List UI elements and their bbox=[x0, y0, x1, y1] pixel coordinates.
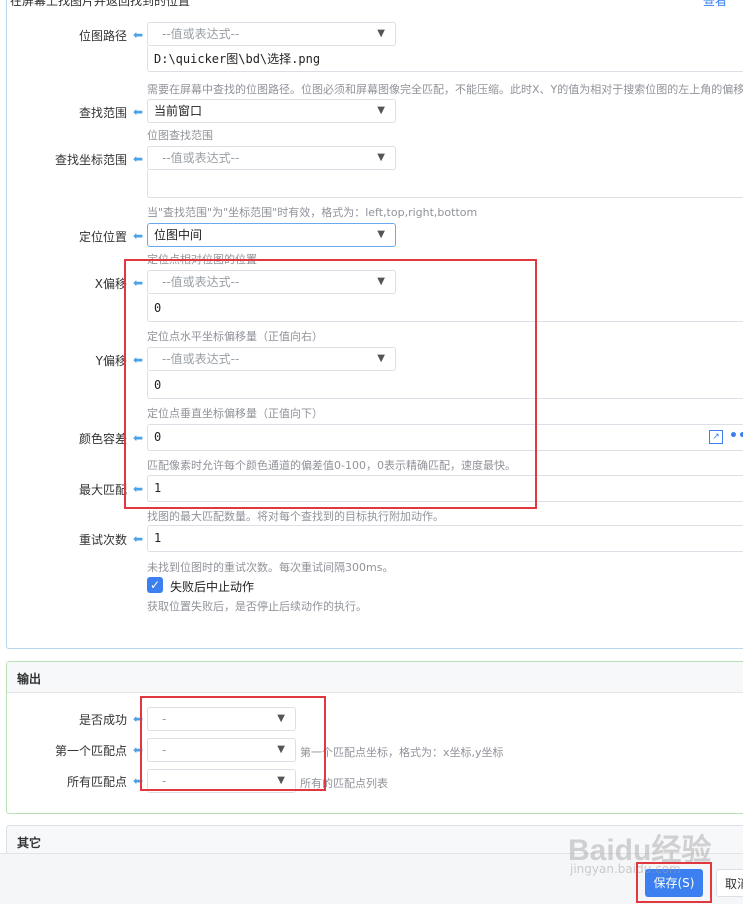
more-icon[interactable]: ••• bbox=[729, 428, 743, 444]
search-coord-range-mode-select[interactable]: --值或表达式-- ▼ bbox=[147, 146, 396, 170]
chevron-down-icon: ▼ bbox=[377, 229, 385, 240]
color-tolerance-input[interactable]: 0 bbox=[147, 424, 743, 451]
max-matches-label: 最大匹配 bbox=[78, 483, 127, 497]
bitmap-path-label: 位图路径 bbox=[78, 29, 127, 43]
arrow-icon: ⬅ bbox=[133, 276, 144, 290]
abort-on-fail-checkbox[interactable]: ✓ bbox=[147, 577, 163, 593]
search-coord-range-input[interactable] bbox=[147, 170, 743, 198]
arrow-icon: ⬅ bbox=[133, 712, 144, 726]
bitmap-path-mode-select[interactable]: --值或表达式-- ▼ bbox=[147, 22, 396, 46]
chevron-down-icon: ▼ bbox=[277, 713, 285, 724]
expand-icon[interactable]: ↗ bbox=[709, 430, 723, 444]
abort-on-fail-hint: 获取位置失败后，是否停止后续动作的执行。 bbox=[147, 600, 367, 613]
max-matches-hint: 找图的最大匹配数量。将对每个查找到的目标执行附加动作。 bbox=[147, 510, 444, 523]
y-offset-mode-select[interactable]: --值或表达式-- ▼ bbox=[147, 347, 396, 371]
first-match-label: 第一个匹配点 bbox=[54, 744, 127, 758]
output-section-header-bg bbox=[7, 662, 743, 693]
max-matches-input[interactable]: 1 bbox=[147, 475, 743, 502]
retry-count-input[interactable]: 1 bbox=[147, 525, 743, 552]
retry-count-label: 重试次数 bbox=[78, 533, 127, 547]
y-offset-input[interactable]: 0 bbox=[147, 371, 743, 399]
other-section-title: 其它 bbox=[17, 836, 42, 850]
x-offset-mode-select[interactable]: --值或表达式-- ▼ bbox=[147, 270, 396, 294]
locate-position-select[interactable]: 位图中间 ▼ bbox=[147, 223, 396, 247]
arrow-icon: ⬅ bbox=[133, 774, 144, 788]
locate-position-hint: 定位点相对位图的位置 bbox=[147, 253, 257, 266]
y-offset-label: Y偏移 bbox=[95, 354, 127, 368]
arrow-icon: ⬅ bbox=[133, 152, 144, 166]
arrow-icon: ⬅ bbox=[133, 105, 144, 119]
is-success-select[interactable]: - ▼ bbox=[147, 707, 296, 731]
color-tolerance-hint: 匹配像素时允许每个颜色通道的偏差值0-100，0表示精确匹配，速度最快。 bbox=[147, 459, 516, 472]
all-matches-label: 所有匹配点 bbox=[66, 775, 127, 789]
retry-count-hint: 未找到位图时的重试次数。每次重试间隔300ms。 bbox=[147, 561, 394, 574]
locate-position-label: 定位位置 bbox=[78, 230, 127, 244]
x-offset-hint: 定位点水平坐标偏移量（正值向右） bbox=[147, 330, 323, 343]
first-match-hint: 第一个匹配点坐标，格式为：x坐标,y坐标 bbox=[300, 746, 504, 759]
output-section-title: 输出 bbox=[17, 672, 42, 686]
color-tolerance-label: 颜色容差 bbox=[78, 432, 127, 446]
bitmap-path-hint: 需要在屏幕中查找的位图路径。位图必须和屏幕图像完全匹配，不能压缩。此时X、Y的值… bbox=[147, 83, 743, 96]
arrow-icon: ⬅ bbox=[133, 532, 144, 546]
arrow-icon: ⬅ bbox=[133, 353, 144, 367]
arrow-icon: ⬅ bbox=[133, 28, 144, 42]
arrow-icon: ⬅ bbox=[133, 431, 144, 445]
y-offset-hint: 定位点垂直坐标偏移量（正值向下） bbox=[147, 407, 323, 420]
all-matches-hint: 所有的匹配点列表 bbox=[300, 777, 388, 790]
baidu-watermark-url: jingyan.baidu.com bbox=[570, 862, 681, 876]
chevron-down-icon: ▼ bbox=[377, 353, 385, 364]
is-success-label: 是否成功 bbox=[78, 713, 127, 727]
first-match-select[interactable]: - ▼ bbox=[147, 738, 296, 762]
search-range-label: 查找范围 bbox=[78, 106, 127, 120]
all-matches-select[interactable]: - ▼ bbox=[147, 769, 296, 793]
chevron-down-icon: ▼ bbox=[377, 152, 385, 163]
x-offset-label: X偏移 bbox=[94, 277, 127, 291]
arrow-icon: ⬅ bbox=[133, 743, 144, 757]
search-coord-range-label: 查找坐标范围 bbox=[54, 153, 127, 167]
cancel-button[interactable]: 取消 bbox=[716, 869, 743, 897]
chevron-down-icon: ▼ bbox=[377, 28, 385, 39]
chevron-down-icon: ▼ bbox=[277, 775, 285, 786]
abort-on-fail-label[interactable]: 失败后中止动作 bbox=[170, 578, 254, 595]
arrow-icon: ⬅ bbox=[133, 229, 144, 243]
chevron-down-icon: ▼ bbox=[277, 744, 285, 755]
arrow-icon: ⬅ bbox=[133, 482, 144, 496]
search-coord-range-hint: 当"查找范围"为"坐标范围"时有效，格式为：left,top,right,bot… bbox=[147, 206, 478, 219]
x-offset-input[interactable]: 0 bbox=[147, 294, 743, 322]
chevron-down-icon: ▼ bbox=[377, 276, 385, 287]
chevron-down-icon: ▼ bbox=[377, 105, 385, 116]
bitmap-path-input[interactable]: D:\quicker图\bd\选择.png bbox=[147, 46, 743, 72]
search-range-select[interactable]: 当前窗口 ▼ bbox=[147, 99, 396, 123]
search-range-hint: 位图查找范围 bbox=[147, 129, 213, 142]
